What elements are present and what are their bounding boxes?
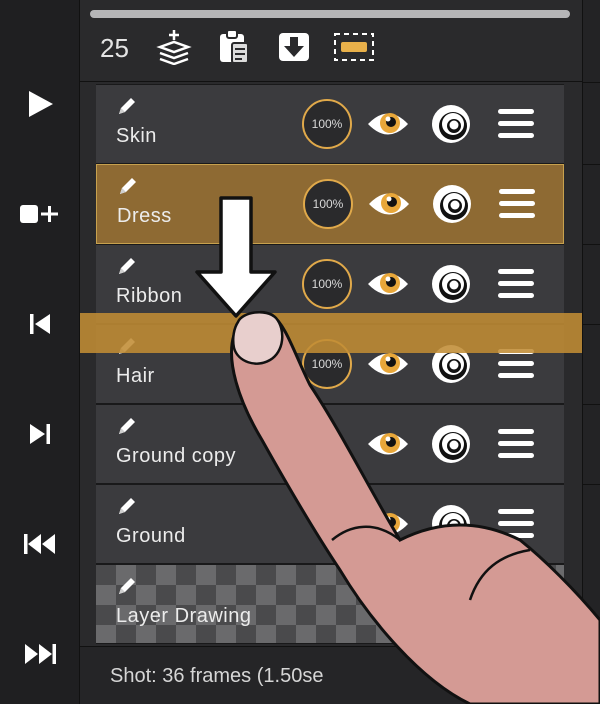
import-icon[interactable] [272,28,316,66]
layer-name: Ground [116,525,186,547]
shot-info-bar: Shot: 36 frames (1.50se [80,646,582,704]
opacity-button[interactable]: 100% [303,179,353,229]
layer-list: Skin 100% Dress 100% Ribbon 100% Hair 10… [96,84,564,644]
layer-row[interactable]: Ground copy [96,404,564,484]
add-frame-icon[interactable] [0,184,80,244]
right-edge-panel [582,0,600,704]
pencil-icon[interactable] [116,95,138,117]
previous-frame-icon[interactable] [0,294,80,354]
layer-name: Hair [116,365,155,387]
onion-skin-icon[interactable] [430,263,472,305]
eye-icon[interactable] [366,429,410,459]
pencil-icon[interactable] [116,415,138,437]
layer-name: Layer Drawing [116,605,252,627]
transport-column [0,0,80,704]
menu-icon[interactable] [498,105,534,143]
layer-name: Dress [117,205,172,227]
add-layer-icon[interactable] [152,28,196,66]
eye-icon[interactable] [366,349,410,379]
frame-count: 25 [100,33,129,63]
last-frame-icon[interactable] [0,624,80,684]
layer-row[interactable]: Ribbon 100% [96,244,564,324]
pencil-icon[interactable] [116,255,138,277]
onion-skin-icon[interactable] [430,503,472,545]
scroll-indicator[interactable] [90,10,570,18]
clipboard-icon[interactable] [212,28,256,66]
pencil-icon[interactable] [116,495,138,517]
eye-icon[interactable] [367,189,411,219]
menu-icon[interactable] [498,505,534,543]
eye-icon[interactable] [366,269,410,299]
shot-info: Shot: 36 frames (1.50se [110,665,324,687]
layer-row-selected[interactable]: Dress 100% [96,164,564,244]
eye-icon[interactable] [366,109,410,139]
opacity-button[interactable]: 100% [302,99,352,149]
pencil-icon[interactable] [116,575,138,597]
eye-icon[interactable] [366,509,410,539]
pencil-icon[interactable] [117,175,139,197]
layer-name: Ribbon [116,285,183,307]
layers-toolbar: 25 [80,20,582,82]
layer-row-background[interactable]: Layer Drawing [96,564,564,644]
lock-icon[interactable] [440,585,470,621]
opacity-button[interactable]: 100% [302,259,352,309]
selection-icon[interactable] [332,28,376,66]
first-frame-icon[interactable] [0,514,80,574]
onion-skin-icon[interactable] [430,103,472,145]
layer-name: Ground copy [116,445,237,467]
next-frame-icon[interactable] [0,404,80,464]
layer-row[interactable]: Skin 100% [96,84,564,164]
onion-skin-icon[interactable] [431,183,473,225]
menu-icon[interactable] [498,265,534,303]
menu-icon[interactable] [499,185,535,223]
layer-row[interactable]: Ground [96,484,564,564]
menu-icon[interactable] [498,425,534,463]
drop-indicator [80,313,582,353]
layer-name: Skin [116,125,157,147]
onion-skin-icon[interactable] [430,423,472,465]
play-icon[interactable] [0,74,80,134]
